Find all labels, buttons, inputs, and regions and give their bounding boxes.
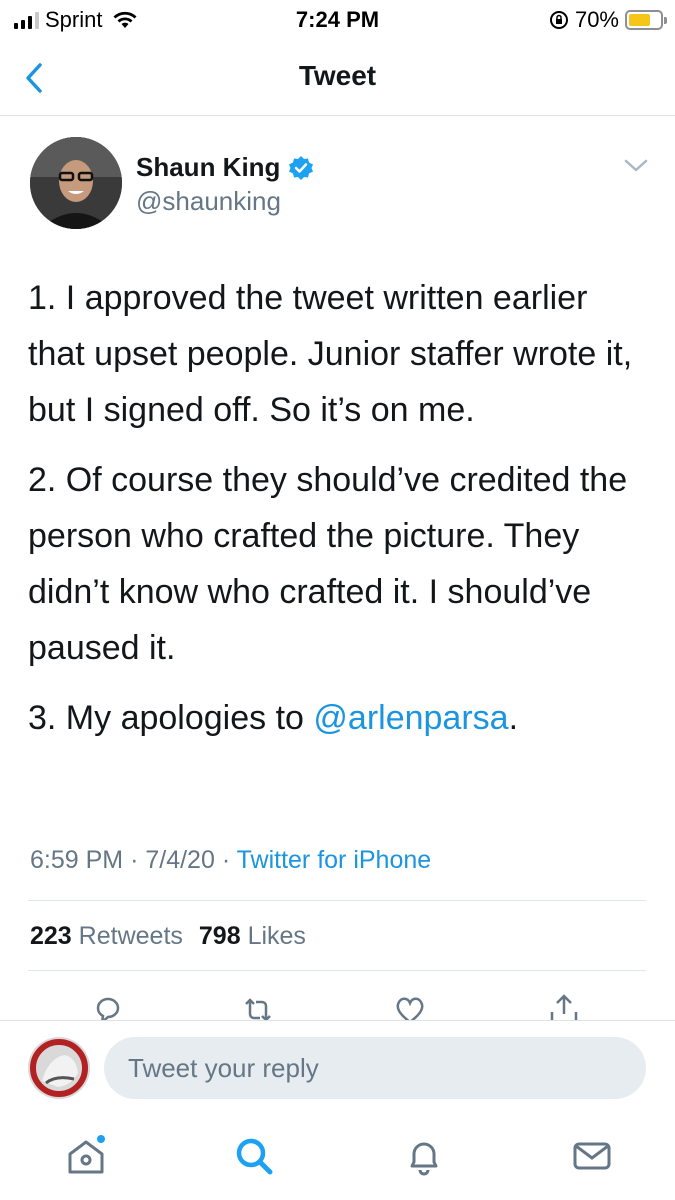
likes-stat[interactable]: 798 Likes: [199, 922, 306, 951]
battery-icon: [625, 10, 667, 30]
tweet-paragraph-3: 3. My apologies to @arlenparsa.: [28, 690, 648, 746]
retweets-label: Retweets: [78, 922, 183, 950]
meta-separator: ·: [221, 846, 231, 874]
page-title: Tweet: [298, 60, 377, 91]
p3-prefix: 3. My apologies to: [28, 699, 314, 737]
divider: [28, 900, 646, 901]
tweet-source-link[interactable]: Twitter for iPhone: [237, 846, 432, 874]
author-avatar[interactable]: [30, 137, 122, 229]
retweets-count: 223: [30, 922, 72, 950]
tweet-time: 6:59 PM: [30, 846, 124, 874]
author-name-text: Shaun King: [136, 152, 281, 182]
author-name[interactable]: Shaun King: [136, 152, 314, 183]
retweet-icon[interactable]: [240, 992, 276, 1020]
tweet-actions: [0, 992, 675, 1020]
battery-percent: 70%: [574, 7, 619, 32]
verified-badge-icon: [289, 155, 314, 180]
p3-suffix: .: [508, 699, 519, 737]
tweet-text: 1. I approved the tweet written earlier …: [28, 270, 648, 760]
user-avatar-image: [28, 1037, 90, 1099]
tab-bar: [0, 1116, 675, 1200]
reply-icon[interactable]: [90, 992, 126, 1020]
tweet-paragraph-2: 2. Of course they should’ve credited the…: [28, 461, 628, 667]
tweet-paragraph-1: 1. I approved the tweet written earlier …: [28, 279, 633, 429]
likes-label: Likes: [247, 922, 306, 950]
status-right: 70%: [549, 7, 667, 33]
retweets-stat[interactable]: 223 Retweets: [30, 922, 183, 951]
nav-bar: Tweet: [0, 40, 675, 116]
chevron-down-icon[interactable]: [623, 156, 649, 176]
avatar-image: [30, 137, 122, 229]
meta-separator: ·: [130, 846, 139, 874]
notifications-icon[interactable]: [402, 1134, 446, 1178]
tweet-stats: 223 Retweets 798 Likes: [30, 922, 306, 951]
author-handle[interactable]: @shaunking: [136, 186, 281, 217]
share-icon[interactable]: [546, 992, 582, 1020]
like-icon[interactable]: [392, 992, 428, 1020]
user-avatar[interactable]: [28, 1037, 90, 1099]
status-bar: Sprint 7:24 PM 70%: [0, 0, 675, 40]
orientation-lock-icon: [549, 11, 568, 29]
tweet-meta: 6:59 PM · 7/4/20 · Twitter for iPhone: [30, 846, 431, 875]
reply-input[interactable]: Tweet your reply: [104, 1037, 646, 1099]
likes-count: 798: [198, 922, 241, 950]
mention-link[interactable]: @arlenparsa: [313, 699, 508, 737]
reply-bar: Tweet your reply: [0, 1020, 675, 1116]
tweet-date: 7/4/20: [145, 846, 215, 874]
home-icon[interactable]: [64, 1134, 108, 1178]
divider: [28, 970, 646, 971]
messages-icon[interactable]: [570, 1134, 614, 1178]
battery-fill: [629, 14, 650, 26]
search-icon[interactable]: [232, 1134, 276, 1178]
